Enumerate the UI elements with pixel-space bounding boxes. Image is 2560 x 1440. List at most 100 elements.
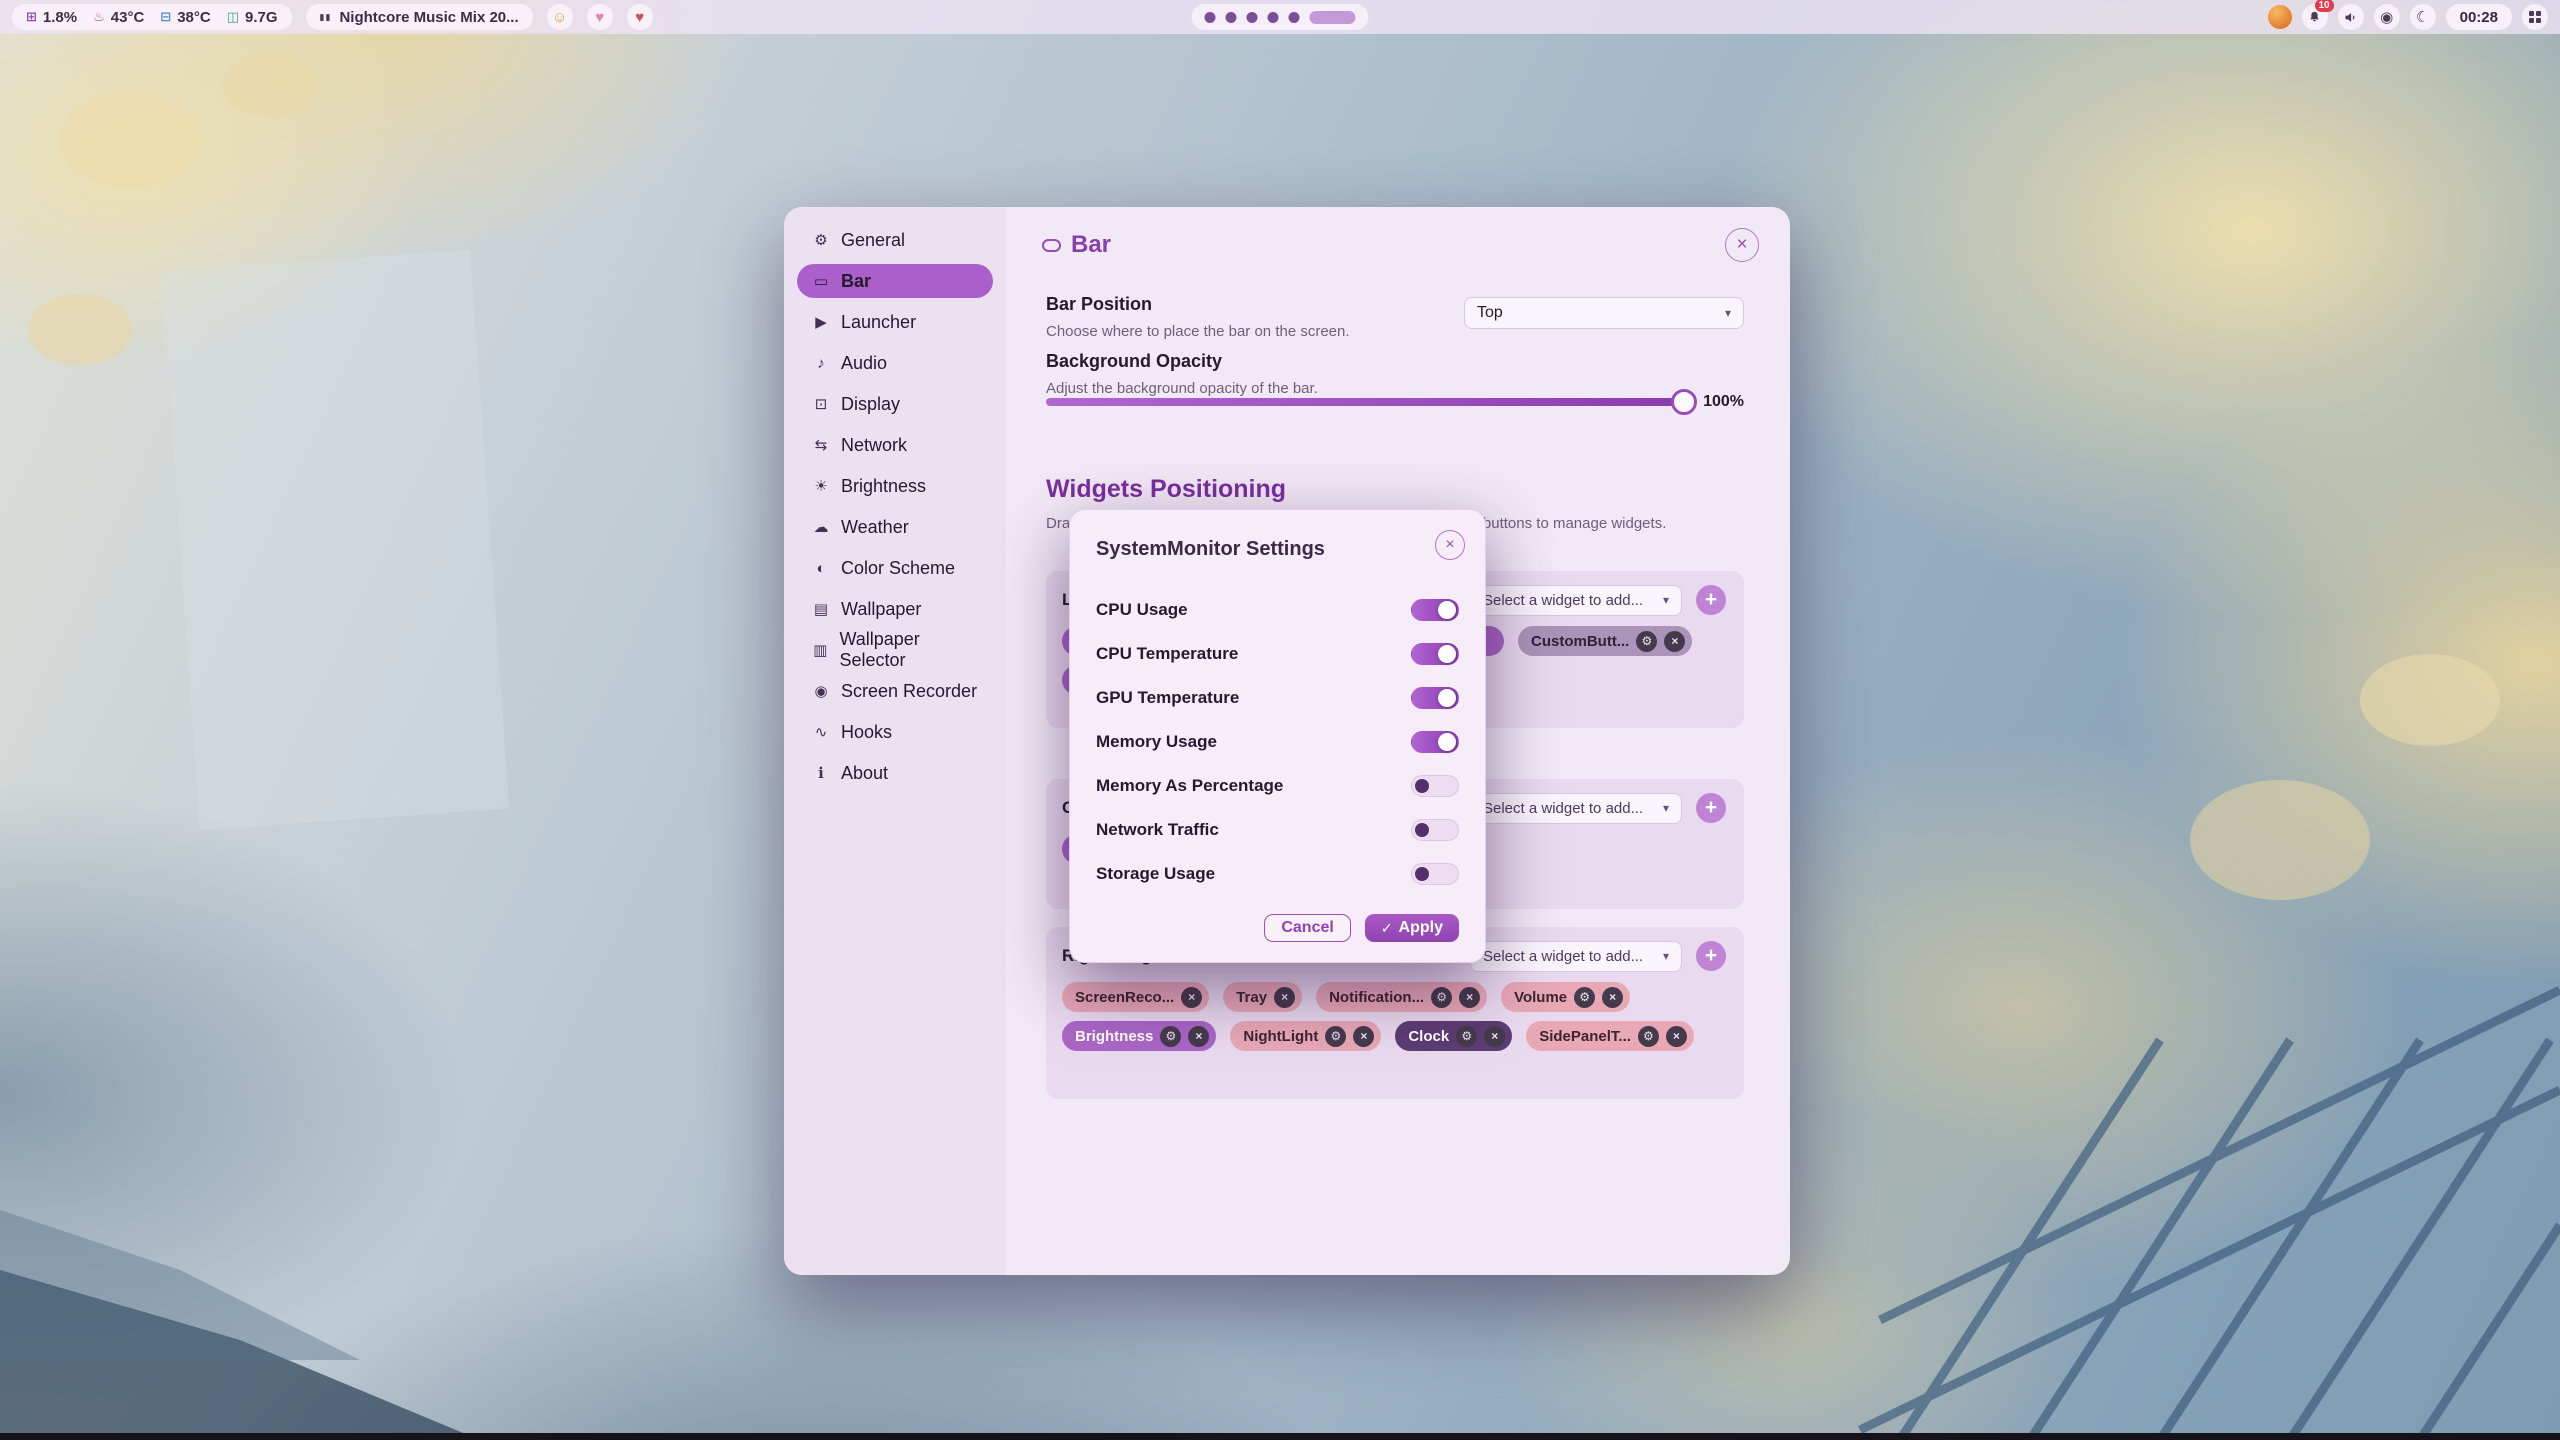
notifications-button[interactable]: 10	[2302, 4, 2328, 30]
sidebar-item-wallpaper-selector[interactable]: ▥ Wallpaper Selector	[797, 633, 993, 667]
widget-chip-clock[interactable]: Clock ⚙ ×	[1395, 1021, 1512, 1051]
sidebar-item-screen-recorder[interactable]: ◉ Screen Recorder	[797, 674, 993, 708]
toggle-network-traffic[interactable]	[1411, 819, 1459, 841]
widget-settings-icon[interactable]: ⚙	[1636, 631, 1657, 652]
widget-chip-volume[interactable]: Volume ⚙ ×	[1501, 982, 1630, 1012]
sidebar-item-display[interactable]: ⊡ Display	[797, 387, 993, 421]
widget-settings-icon[interactable]: ⚙	[1456, 1026, 1477, 1047]
bar-position-label: Bar Position	[1046, 294, 1152, 315]
sidebar-item-weather[interactable]: ☁ Weather	[797, 510, 993, 544]
widget-remove-icon[interactable]: ×	[1664, 631, 1685, 652]
background-opacity-description: Adjust the background opacity of the bar…	[1046, 380, 1318, 397]
slider-handle[interactable]	[1671, 389, 1697, 415]
workspace-dot[interactable]	[1247, 12, 1258, 23]
apply-button[interactable]: ✓ Apply	[1365, 914, 1459, 942]
speaker-icon	[2343, 10, 2358, 25]
workspace-dot[interactable]	[1205, 12, 1216, 23]
add-widget-button[interactable]: +	[1696, 941, 1726, 971]
widget-settings-icon[interactable]: ⚙	[1325, 1026, 1346, 1047]
toggle-memory-as-percentage[interactable]	[1411, 775, 1459, 797]
sidebar-item-bar[interactable]: ▭ Bar	[797, 264, 993, 298]
cancel-button[interactable]: Cancel	[1264, 914, 1350, 942]
widget-chip-label: ScreenReco...	[1075, 989, 1174, 1006]
widget-chip-nightlight[interactable]: NightLight ⚙ ×	[1230, 1021, 1381, 1051]
background-opacity-slider[interactable]	[1046, 398, 1695, 406]
widget-settings-icon[interactable]: ⚙	[1574, 987, 1595, 1008]
add-widget-placeholder: Select a widget to add...	[1483, 800, 1643, 817]
left-widgets-add-select[interactable]: Select a widget to add... ▾	[1470, 585, 1682, 616]
toggle-label: CPU Usage	[1096, 600, 1188, 620]
sidebar-item-about[interactable]: ℹ About	[797, 756, 993, 790]
add-widget-button[interactable]: +	[1696, 793, 1726, 823]
quick-button-heart-pink[interactable]: ♥	[587, 4, 613, 30]
workspace-active-pill[interactable]	[1310, 11, 1356, 24]
widget-chip-sidepaneltoggle[interactable]: SidePanelT... ⚙ ×	[1526, 1021, 1694, 1051]
sidebar-item-label: Hooks	[841, 722, 892, 743]
widget-remove-icon[interactable]: ×	[1188, 1026, 1209, 1047]
tray-app-icon[interactable]	[2268, 5, 2292, 29]
apply-label: Apply	[1399, 919, 1443, 937]
add-widget-button[interactable]: +	[1696, 585, 1726, 615]
app-launcher-button[interactable]	[2522, 4, 2548, 30]
workspace-dot[interactable]	[1226, 12, 1237, 23]
widget-remove-icon[interactable]: ×	[1181, 987, 1202, 1008]
sidebar-item-label: General	[841, 230, 905, 251]
sidebar-item-brightness[interactable]: ☀ Brightness	[797, 469, 993, 503]
volume-button[interactable]	[2338, 4, 2364, 30]
widget-chip-notifications[interactable]: Notification... ⚙ ×	[1316, 982, 1487, 1012]
right-widgets-add-select[interactable]: Select a widget to add... ▾	[1470, 941, 1682, 972]
toggle-cpu-temperature[interactable]	[1411, 643, 1459, 665]
widget-remove-icon[interactable]: ×	[1274, 987, 1295, 1008]
sidebar-item-hooks[interactable]: ∿ Hooks	[797, 715, 993, 749]
toggle-memory-usage[interactable]	[1411, 731, 1459, 753]
settings-sidebar: ⚙ General ▭ Bar ▶ Launcher ♪ Audio ⊡ Dis…	[784, 207, 1006, 1275]
workspace-dot[interactable]	[1268, 12, 1279, 23]
widget-chip-brightness[interactable]: Brightness ⚙ ×	[1062, 1021, 1216, 1051]
bar-oval-icon	[1042, 239, 1061, 252]
screen-record-button[interactable]: ◉	[2374, 4, 2400, 30]
grid-icon	[2529, 11, 2541, 23]
widget-remove-icon[interactable]: ×	[1666, 1026, 1687, 1047]
cpu-value: 1.8%	[43, 9, 77, 26]
widget-chip-tray[interactable]: Tray ×	[1223, 982, 1302, 1012]
toggle-knob	[1415, 823, 1429, 837]
sidebar-item-audio[interactable]: ♪ Audio	[797, 346, 993, 380]
widget-remove-icon[interactable]: ×	[1459, 987, 1480, 1008]
widget-remove-icon[interactable]: ×	[1353, 1026, 1374, 1047]
sidebar-item-general[interactable]: ⚙ General	[797, 223, 993, 257]
widget-chip-label: Brightness	[1075, 1028, 1153, 1045]
bar-position-value: Top	[1477, 304, 1503, 322]
widget-chip-custombutton[interactable]: CustomButt... ⚙ ×	[1518, 626, 1692, 656]
media-player-pill[interactable]: ▮▮ Nightcore Music Mix 20...	[306, 4, 533, 30]
toggle-gpu-temperature[interactable]	[1411, 687, 1459, 709]
night-light-button[interactable]: ☾	[2410, 4, 2436, 30]
sidebar-item-label: About	[841, 763, 888, 784]
quick-button-heart-red[interactable]: ♥	[627, 4, 653, 30]
window-close-button[interactable]: ×	[1725, 228, 1759, 262]
top-bar: ⊞ 1.8% ♨ 43°C ⊟ 38°C ◫ 9.7G ▮▮ Nightcore…	[0, 0, 2560, 34]
pause-icon[interactable]: ▮▮	[320, 12, 332, 23]
workspace-dot[interactable]	[1289, 12, 1300, 23]
sidebar-item-wallpaper[interactable]: ▤ Wallpaper	[797, 592, 993, 626]
widget-settings-icon[interactable]: ⚙	[1160, 1026, 1181, 1047]
sidebar-item-color-scheme[interactable]: ◐ Color Scheme	[797, 551, 993, 585]
widget-remove-icon[interactable]: ×	[1484, 1026, 1505, 1047]
quick-button-smiley[interactable]: ☺	[547, 4, 573, 30]
sliders-icon: ⚙	[811, 231, 831, 249]
widget-chip-screenrecorder[interactable]: ScreenReco... ×	[1062, 982, 1209, 1012]
gpu-temp-value: 38°C	[177, 9, 211, 26]
bar-position-select[interactable]: Top ▾	[1464, 297, 1744, 329]
center-widgets-add-select[interactable]: Select a widget to add... ▾	[1470, 793, 1682, 824]
sidebar-item-launcher[interactable]: ▶ Launcher	[797, 305, 993, 339]
widget-remove-icon[interactable]: ×	[1602, 987, 1623, 1008]
modal-close-button[interactable]: ×	[1435, 530, 1465, 560]
system-stats-pill[interactable]: ⊞ 1.8% ♨ 43°C ⊟ 38°C ◫ 9.7G	[12, 4, 292, 30]
toggle-storage-usage[interactable]	[1411, 863, 1459, 885]
widget-settings-icon[interactable]: ⚙	[1638, 1026, 1659, 1047]
clock[interactable]: 00:28	[2446, 4, 2512, 30]
sidebar-item-label: Wallpaper	[841, 599, 921, 620]
widget-settings-icon[interactable]: ⚙	[1431, 987, 1452, 1008]
sidebar-item-network[interactable]: ⇆ Network	[797, 428, 993, 462]
bar-icon: ▭	[811, 272, 831, 290]
toggle-cpu-usage[interactable]	[1411, 599, 1459, 621]
